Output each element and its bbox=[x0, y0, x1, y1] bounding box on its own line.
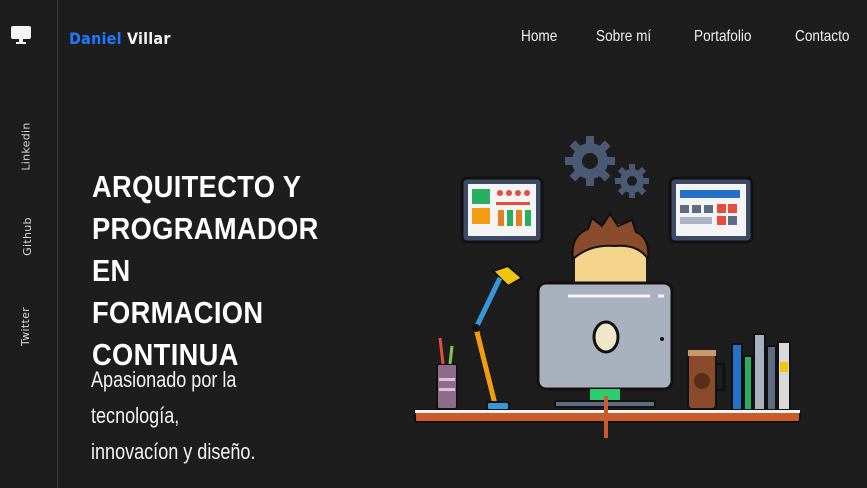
brand-first-name: Daniel bbox=[69, 29, 122, 48]
sidebar: Linkedin Github Twitter bbox=[0, 0, 58, 488]
brand-last-name: Villar bbox=[126, 29, 171, 48]
desk-lamp-icon bbox=[472, 264, 524, 411]
headline-line: PROGRAMADOR EN bbox=[92, 211, 319, 288]
brand-logo[interactable]: Daniel Villar bbox=[69, 29, 171, 48]
headline-line: ARQUITECTO Y bbox=[92, 169, 302, 204]
main-monitor bbox=[536, 281, 674, 408]
dashboard-screen-left bbox=[460, 176, 544, 244]
nav-home[interactable]: Home bbox=[521, 28, 557, 46]
coffee-mug-icon bbox=[687, 350, 726, 410]
main-nav: Home Sobre mí Portafolio Contacto bbox=[521, 28, 859, 46]
sidebar-link-twitter[interactable]: Twitter bbox=[19, 307, 32, 346]
pencil-holder-icon bbox=[436, 337, 458, 410]
monitor-icon[interactable] bbox=[11, 25, 31, 45]
sidebar-link-github[interactable]: Github bbox=[21, 217, 34, 256]
developer-desk-illustration bbox=[414, 136, 801, 438]
nav-portfolio[interactable]: Portafolio bbox=[694, 28, 751, 46]
sidebar-link-linkedin[interactable]: Linkedin bbox=[20, 122, 33, 170]
hero-headline: ARQUITECTO Y PROGRAMADOR EN FORMACION CO… bbox=[92, 166, 318, 376]
hero-tagline: Apasionado por la tecnología, innovacíon… bbox=[91, 362, 304, 470]
books-icon bbox=[731, 333, 791, 411]
gear-small-icon bbox=[615, 164, 649, 198]
tagline-line: Apasionado por la tecnología, bbox=[91, 367, 237, 428]
nav-about[interactable]: Sobre mí bbox=[596, 28, 651, 46]
gear-icon bbox=[565, 136, 615, 186]
developer-character bbox=[571, 212, 650, 291]
nav-contact[interactable]: Contacto bbox=[795, 28, 849, 46]
dashboard-screen-right bbox=[668, 176, 754, 244]
headline-line: FORMACION bbox=[92, 295, 264, 330]
tagline-line: innovacíon y diseño. bbox=[91, 439, 256, 464]
